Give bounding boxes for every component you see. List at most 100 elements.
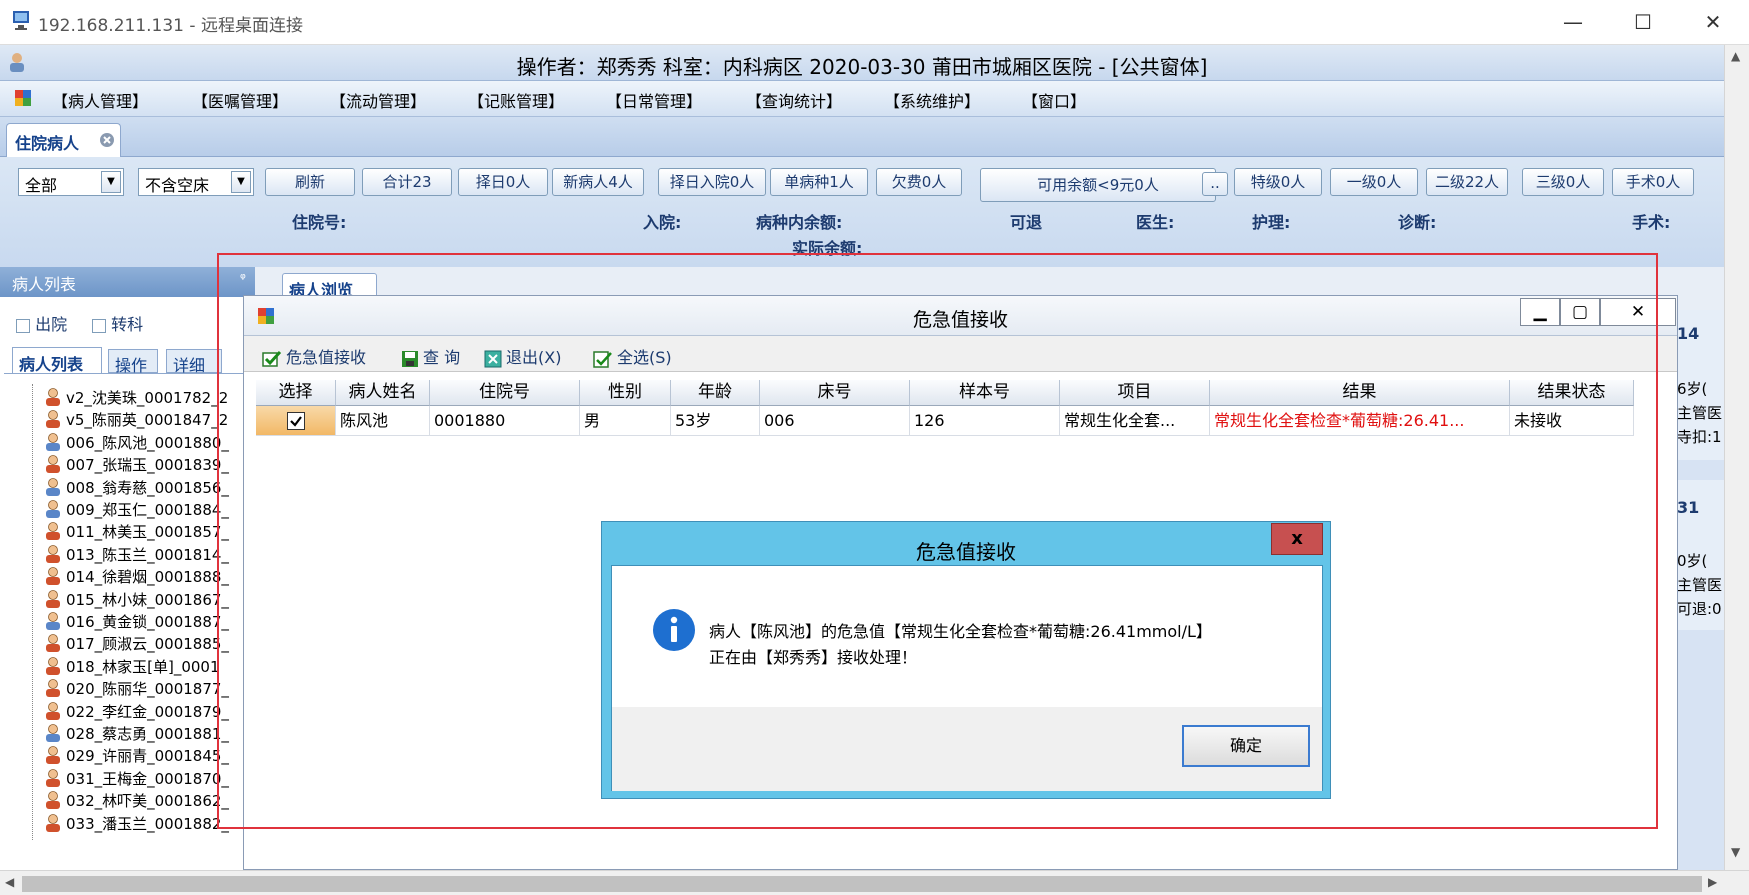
male-patient-icon — [46, 723, 62, 743]
refundable-label: 可退 — [1010, 213, 1043, 232]
female-patient-icon — [46, 589, 62, 609]
female-patient-icon — [46, 454, 62, 474]
checkbox-box[interactable] — [16, 318, 30, 333]
chevron-left-icon[interactable]: ◀ — [5, 875, 14, 889]
horizontal-scrollbar[interactable]: ◀ ▶ — [0, 870, 1749, 895]
menu-billing-mgmt[interactable]: 【记账管理】 — [468, 88, 564, 112]
level2-button[interactable]: 二级22人 — [1426, 168, 1508, 196]
checkbox-box[interactable] — [92, 318, 106, 333]
tree-item-label: 032_林吓美_0001862_ — [66, 792, 229, 811]
tab-details[interactable]: 详细 — [166, 349, 222, 375]
transfer-checkbox[interactable]: 转科 — [92, 311, 143, 335]
tab-operations[interactable]: 操作 — [108, 349, 158, 375]
female-patient-icon — [46, 678, 62, 698]
total-button[interactable]: 合计23 — [362, 168, 452, 196]
arrears-button[interactable]: 欠费0人 — [876, 168, 962, 196]
diagnosis-label: 诊断: — [1398, 213, 1437, 232]
tree-item-label: 016_黄金锁_0001887_ — [66, 613, 229, 631]
surgery-label: 手术: — [1632, 213, 1671, 232]
menu-window[interactable]: 【窗口】 — [1022, 88, 1086, 112]
single-disease-button[interactable]: 单病种1人 — [770, 168, 868, 196]
message-box-body: 病人【陈风池】的危急值【常规生化全套检查*葡萄糖:26.41mmol/L】 正在… — [611, 565, 1323, 791]
scheduled-admission-button[interactable]: 择日入院0人 — [658, 168, 766, 196]
female-patient-icon — [46, 768, 62, 788]
menu-system[interactable]: 【系统维护】 — [884, 88, 980, 112]
male-patient-icon — [46, 477, 62, 497]
card-doctor: 主管医 — [1677, 404, 1723, 422]
tree-item-label: 029_许丽青_0001845_ — [66, 747, 229, 766]
card-bed-number: 31 — [1677, 498, 1700, 517]
menu-query-stats[interactable]: 【查询统计】 — [746, 88, 842, 112]
transfer-label: 转科 — [111, 315, 144, 334]
tree-item-label: 020_陈丽华_0001877_ — [66, 680, 229, 699]
tree-item-label: 008_翁寿慈_0001856_ — [66, 478, 229, 497]
maximize-icon[interactable]: ☐ — [1623, 8, 1663, 36]
tab-close-icon[interactable] — [99, 132, 115, 148]
special-level-button[interactable]: 特级0人 — [1234, 168, 1322, 196]
menu-order-mgmt[interactable]: 【医嘱管理】 — [192, 88, 288, 112]
chevron-right-icon[interactable]: ▶ — [1708, 875, 1717, 889]
bed-filter-select[interactable]: 不含空床 ▼ — [138, 168, 254, 196]
tree-item-label: 031_王梅金_0001870_ — [66, 769, 229, 788]
card-age: 0岁( — [1677, 552, 1708, 570]
male-patient-icon — [46, 432, 62, 452]
card-age: 6岁( — [1677, 380, 1708, 398]
tree-item-label: 009_郑玉仁_0001884_ — [66, 501, 229, 519]
rdp-window-title: 192.168.211.131 - 远程桌面连接 — [38, 16, 303, 36]
female-patient-icon — [46, 633, 62, 653]
female-patient-icon — [46, 387, 62, 407]
tree-item-label: 017_顾淑云_0001885_ — [66, 635, 229, 654]
tree-item-label: 007_张瑞玉_0001839_ — [66, 456, 229, 475]
minimize-icon[interactable]: — — [1553, 8, 1593, 36]
menu-daily-mgmt[interactable]: 【日常管理】 — [606, 88, 702, 112]
menu-flow-mgmt[interactable]: 【流动管理】 — [330, 88, 426, 112]
chevron-up-icon[interactable]: ▲ — [1731, 49, 1740, 63]
female-patient-icon — [46, 745, 62, 765]
menu-patient-mgmt[interactable]: 【病人管理】 — [52, 88, 148, 112]
ward-filter-select[interactable]: 全部 ▼ — [18, 168, 124, 196]
chevron-down-icon[interactable]: ▼ — [231, 171, 251, 193]
admission-label: 入院: — [643, 213, 682, 232]
close-icon[interactable]: ✕ — [1693, 8, 1733, 36]
scheduled-button[interactable]: 择日0人 — [458, 168, 548, 196]
female-patient-icon — [46, 656, 62, 676]
disease-balance-label: 病种内余额: — [756, 213, 843, 232]
info-icon — [652, 608, 696, 652]
tree-item-label: v2_沈美珠_0001782_2 — [66, 389, 229, 407]
refresh-button[interactable]: 刷新 — [265, 168, 355, 196]
chevron-down-icon[interactable]: ▼ — [101, 171, 121, 193]
tree-item-label: v5_陈丽英_0001847_2 — [66, 411, 229, 430]
tree-item-label: 015_林小妹_0001867_ — [66, 590, 229, 609]
critical-value-message-box: 危急值接收 x 病人【陈风池】的危急值【常规生化全套检查*葡萄糖:26.41mm… — [601, 521, 1331, 799]
more-button[interactable]: .. — [1202, 172, 1228, 196]
tree-item-label: 028_蔡志勇_0001881_ — [66, 725, 229, 743]
female-patient-icon — [46, 701, 62, 721]
balance-filter-button[interactable]: 可用余额<9元0人 — [980, 168, 1216, 202]
vertical-scrollbar[interactable]: ▲ ▼ — [1724, 45, 1749, 870]
tree-item-label: 033_潘玉兰_0001882_ — [66, 814, 229, 833]
level3-button[interactable]: 三级0人 — [1522, 168, 1604, 196]
discharged-checkbox[interactable]: 出院 — [16, 311, 67, 335]
discharged-label: 出院 — [35, 315, 68, 334]
chevron-down-icon[interactable]: ▼ — [1731, 845, 1740, 859]
tree-item-label: 006_陈风池_0001880_ — [66, 433, 229, 452]
card-refundable: 可退:0 — [1677, 600, 1722, 618]
close-button[interactable]: x — [1271, 523, 1323, 555]
scroll-thumb[interactable] — [22, 876, 1702, 892]
surgery-button[interactable]: 手术0人 — [1612, 168, 1694, 196]
level1-button[interactable]: 一级0人 — [1330, 168, 1418, 196]
tab-inpatients[interactable]: 住院病人 — [6, 123, 121, 157]
message-line-2: 正在由【郑秀秀】接收处理！ — [709, 648, 918, 667]
new-patient-button[interactable]: 新病人4人 — [552, 168, 644, 196]
patient-list-title: 病人列表 — [12, 275, 77, 294]
patient-toolbar: 全部 ▼ 不含空床 ▼ 刷新 合计23 择日0人 新病人4人 择日入院0人 单病… — [0, 157, 1724, 267]
message-line-1: 病人【陈风池】的危急值【常规生化全套检查*葡萄糖:26.41mmol/L】 — [709, 622, 1212, 641]
window-menu-icon — [14, 89, 32, 107]
ok-button[interactable]: 确定 — [1182, 725, 1310, 767]
balance-filter-label: 可用余额<9元0人 — [1037, 176, 1159, 194]
inpatient-no-label: 住院号: — [292, 213, 347, 232]
document-tab-strip: 住院病人 — [0, 117, 1724, 157]
tab-patient-list[interactable]: 病人列表 — [12, 347, 102, 374]
card-deduct: 寺扣:1 — [1677, 428, 1722, 446]
female-patient-icon — [46, 409, 62, 429]
